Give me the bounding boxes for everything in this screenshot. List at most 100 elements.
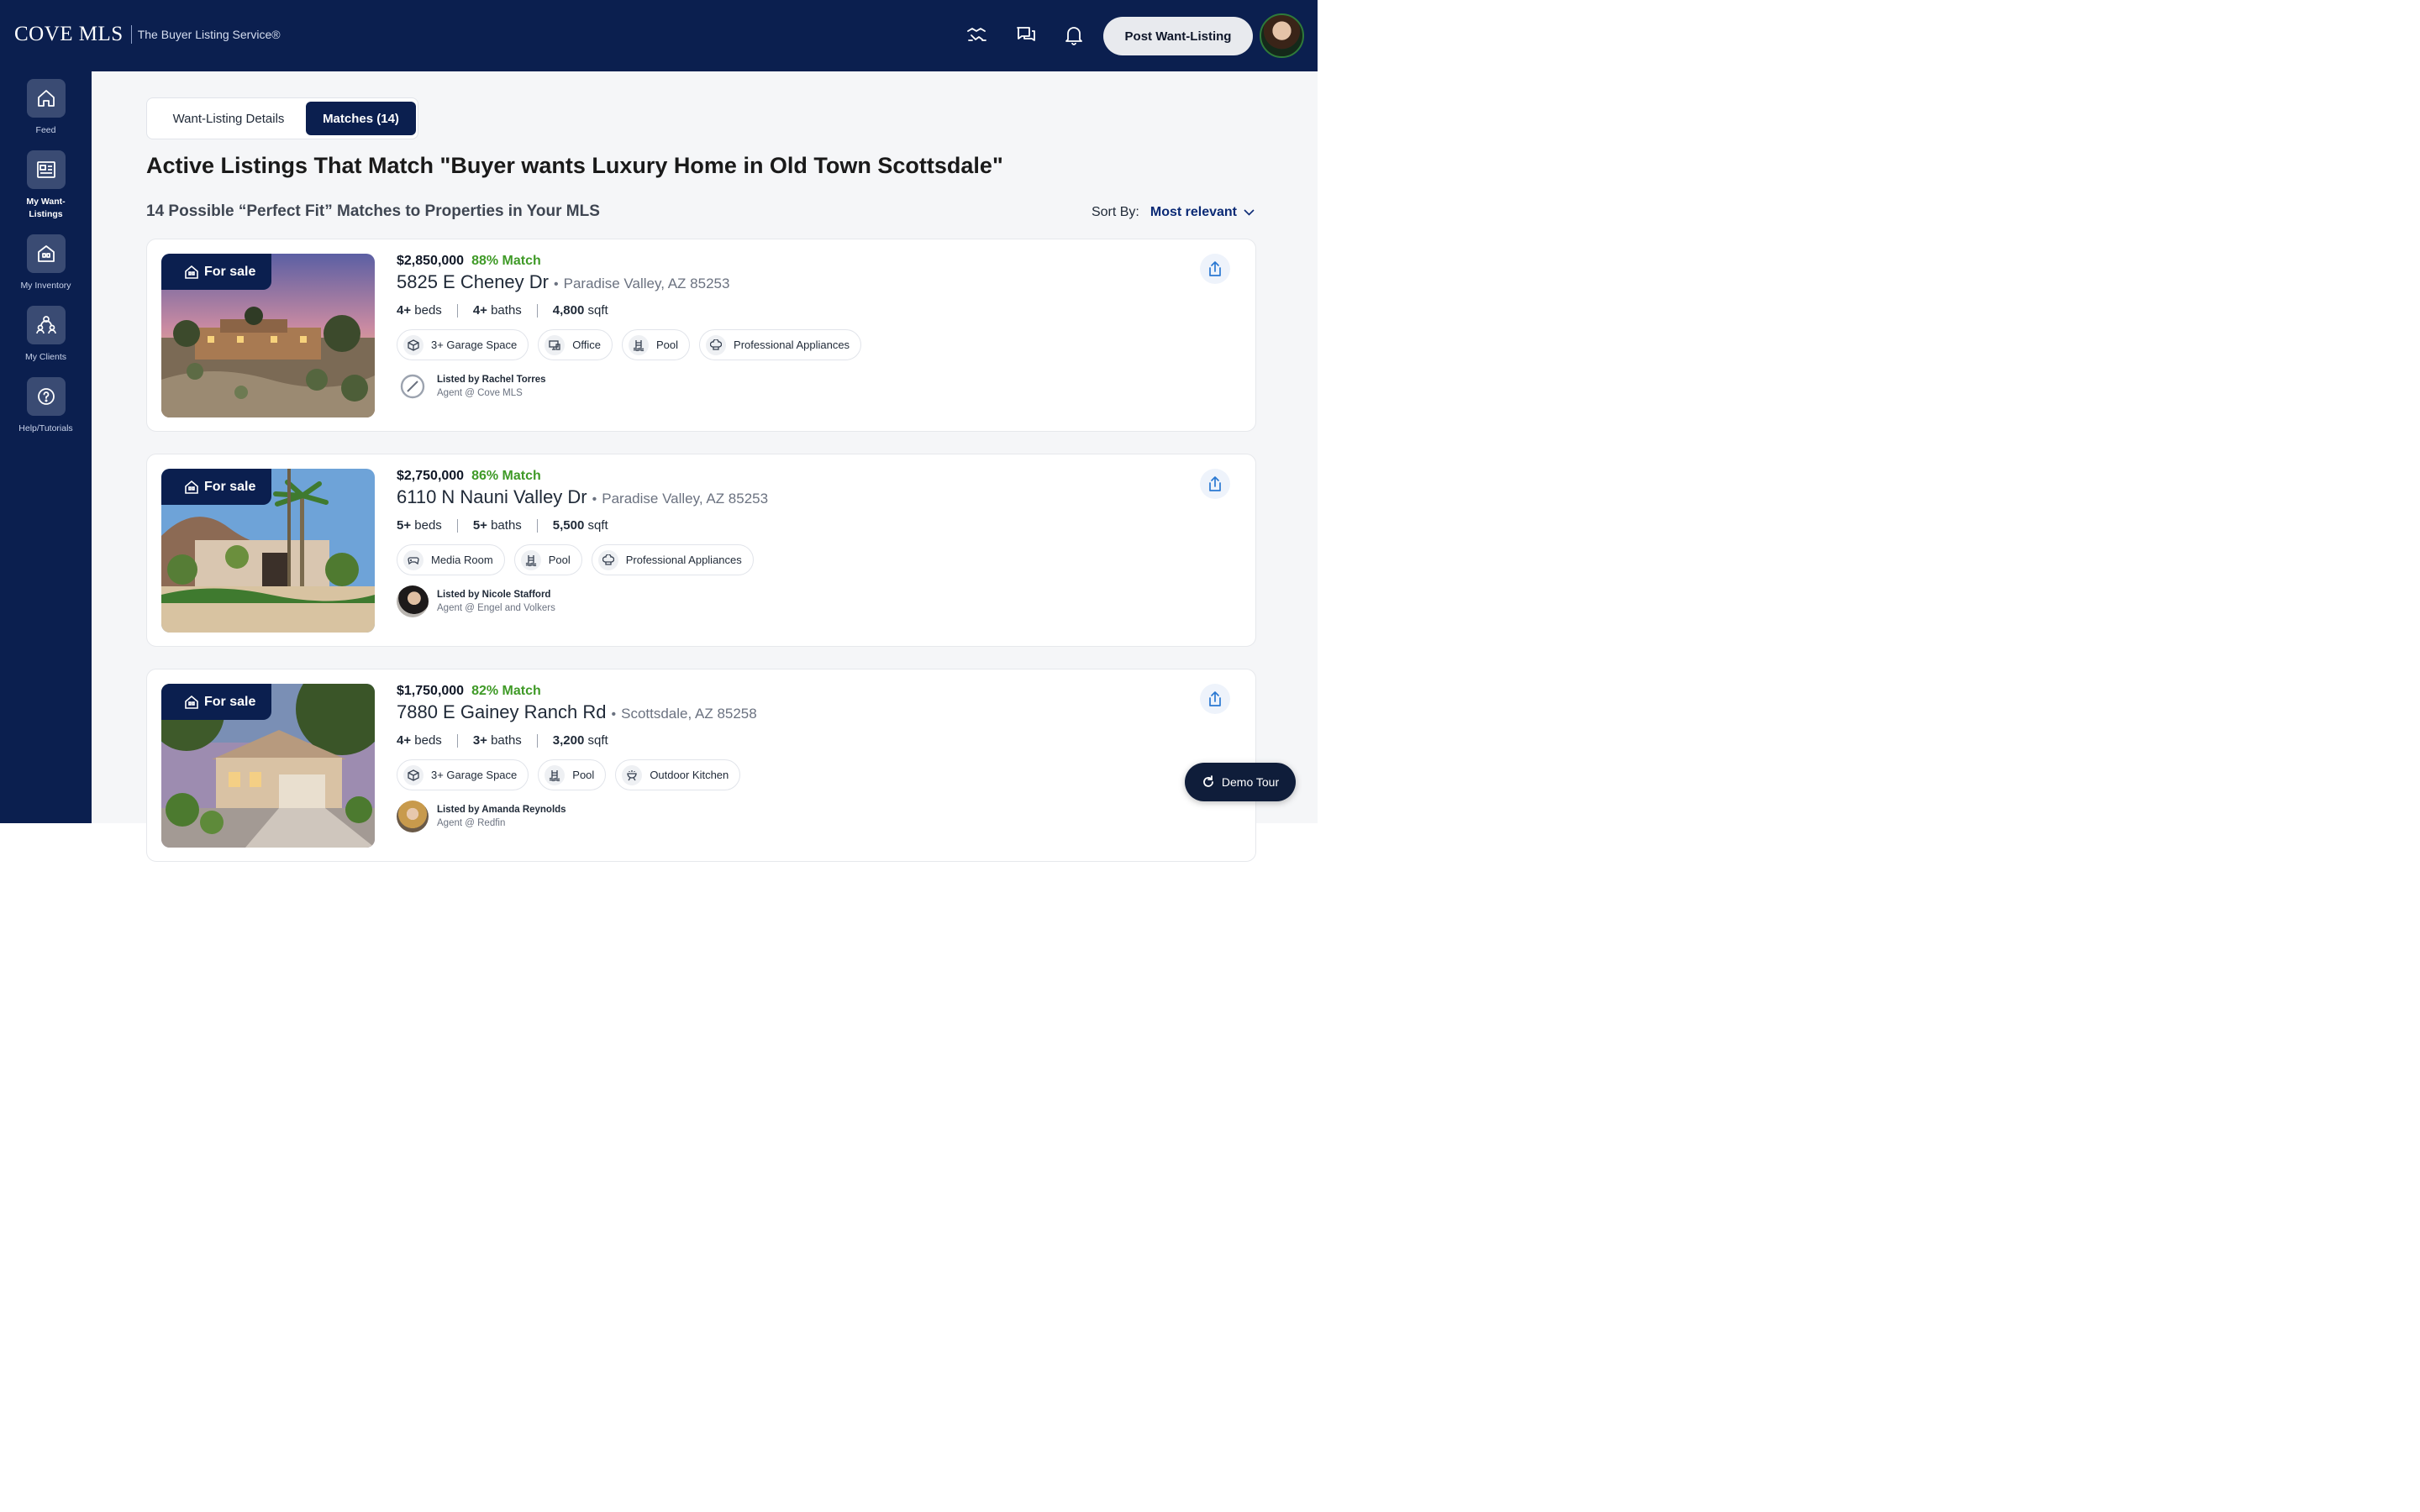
feature-chip: Office: [538, 329, 613, 360]
separator-dot: •: [611, 707, 617, 722]
feature-chip: Pool: [622, 329, 691, 360]
tab-want-listing-details[interactable]: Want-Listing Details: [150, 102, 307, 135]
feature-chip: Pool: [538, 759, 607, 790]
beds-value: 4+: [397, 303, 412, 318]
agent-name[interactable]: Listed by Rachel Torres: [437, 375, 546, 385]
agent-avatar: [397, 801, 429, 832]
feature-chip: Professional Appliances: [591, 544, 754, 575]
baths-value: 4+: [472, 303, 487, 318]
agent-org: Agent @ Engel and Volkers: [437, 603, 555, 613]
sort-value: Most relevant: [1150, 205, 1237, 219]
listing-city: Scottsdale, AZ 85258: [621, 706, 757, 722]
share-icon[interactable]: [1200, 684, 1230, 714]
match-percentage: 82% Match: [471, 684, 541, 698]
property-photo[interactable]: For sale: [161, 684, 375, 848]
listing-card[interactable]: For sale $2,750,000 86% Match 6110 N Nau…: [146, 454, 1256, 647]
main-content: Want-Listing Details Matches (14) Active…: [92, 71, 1318, 862]
feature-label: Pool: [656, 339, 679, 351]
sidebar-item-label: My Clients: [24, 352, 66, 362]
sqft-label: sqft: [587, 518, 608, 533]
messages-icon[interactable]: [1015, 24, 1037, 46]
handshake-icon[interactable]: [966, 24, 988, 46]
no-photo-icon: [397, 370, 429, 402]
inventory-icon: [26, 234, 66, 273]
agent-name[interactable]: Listed by Amanda Reynolds: [437, 805, 566, 815]
matches-count-heading: 14 Possible “Perfect Fit” Matches to Pro…: [146, 202, 600, 220]
page-title: Active Listings That Match "Buyer wants …: [146, 153, 1003, 178]
home-icon: [26, 79, 66, 118]
badge-label: For sale: [204, 479, 256, 494]
baths-label: baths: [491, 518, 522, 533]
bell-icon[interactable]: [1063, 24, 1085, 46]
sqft-label: sqft: [587, 733, 608, 748]
chef-hat-icon: [597, 549, 618, 570]
listing-card[interactable]: For sale $1,750,000 82% Match 7880 E Gai…: [146, 669, 1256, 862]
garage-icon: [403, 334, 424, 355]
listing-agent: Listed by Amanda Reynolds Agent @ Redfin: [397, 801, 757, 832]
agent-name[interactable]: Listed by Nicole Stafford: [437, 590, 555, 600]
listing-info: $2,750,000 86% Match 6110 N Nauni Valley…: [397, 469, 768, 617]
tab-matches[interactable]: Matches (14): [306, 102, 416, 135]
post-want-listing-button[interactable]: Post Want-Listing: [1103, 17, 1253, 55]
sidebar-item-my-clients[interactable]: My Clients: [0, 306, 92, 364]
share-icon[interactable]: [1200, 469, 1230, 499]
feature-label: 3+ Garage Space: [431, 769, 518, 781]
logo-divider: [130, 25, 132, 44]
separator-dot: •: [592, 492, 597, 507]
listing-card[interactable]: For sale $2,850,000 88% Match 5825 E Che…: [146, 239, 1256, 432]
listing-stats: 5+ beds 5+ baths 5,500 sqft: [397, 518, 768, 533]
listing-city: Paradise Valley, AZ 85253: [563, 276, 730, 291]
user-avatar[interactable]: [1260, 13, 1304, 58]
match-percentage: 86% Match: [471, 469, 541, 483]
stat-divider: [456, 518, 458, 533]
sort-label: Sort By:: [1091, 205, 1139, 219]
office-icon: [544, 334, 566, 355]
share-icon[interactable]: [1200, 254, 1230, 284]
sqft-value: 5,500: [552, 518, 585, 533]
sqft-label: sqft: [587, 303, 608, 318]
sidebar-item-help-tutorials[interactable]: Help/Tutorials: [0, 377, 92, 435]
listing-street[interactable]: 6110 N Nauni Valley Dr: [397, 486, 587, 508]
beds-label: beds: [414, 303, 442, 318]
baths-label: baths: [491, 733, 522, 748]
sort-dropdown[interactable]: Most relevant: [1150, 205, 1255, 220]
feature-chips: 3+ Garage Space Pool Outdoor Kitchen: [397, 759, 757, 790]
brand-logo[interactable]: COVE MLS The Buyer Listing Service®: [14, 23, 281, 46]
sidebar-item-feed[interactable]: Feed: [0, 79, 92, 137]
baths-value: 3+: [472, 733, 487, 748]
listing-info: $1,750,000 82% Match 7880 E Gainey Ranch…: [397, 684, 757, 832]
feature-chip: 3+ Garage Space: [397, 329, 529, 360]
sidebar-item-my-want-listings[interactable]: My Want-Listings: [0, 150, 92, 221]
house-icon: [185, 480, 198, 494]
feature-chip: 3+ Garage Space: [397, 759, 529, 790]
property-photo[interactable]: For sale: [161, 254, 375, 417]
refresh-icon: [1203, 775, 1213, 787]
listing-agent: Listed by Nicole Stafford Agent @ Engel …: [397, 585, 768, 617]
pool-icon: [544, 764, 566, 785]
feature-label: 3+ Garage Space: [431, 339, 518, 351]
feature-label: Pool: [572, 769, 595, 781]
property-photo[interactable]: For sale: [161, 469, 375, 633]
listing-city: Paradise Valley, AZ 85253: [602, 491, 769, 507]
clients-icon: [26, 306, 66, 344]
listing-street[interactable]: 7880 E Gainey Ranch Rd: [397, 701, 607, 723]
agent-org: Agent @ Cove MLS: [437, 388, 523, 398]
feature-label: Media Room: [431, 554, 493, 566]
demo-tour-button[interactable]: Demo Tour: [1185, 763, 1296, 801]
for-sale-badge: For sale: [161, 684, 271, 720]
listing-icon: [26, 150, 66, 189]
gamepad-icon: [403, 549, 424, 570]
baths-label: baths: [491, 303, 522, 318]
garage-icon: [403, 764, 424, 785]
stat-divider: [536, 303, 538, 318]
listing-agent: Listed by Rachel Torres Agent @ Cove MLS: [397, 370, 871, 402]
chevron-down-icon: [1244, 209, 1255, 216]
tab-bar: Want-Listing Details Matches (14): [146, 97, 418, 139]
sidebar-item-label: Help/Tutorials: [18, 423, 73, 433]
sidebar-item-my-inventory[interactable]: My Inventory: [0, 234, 92, 292]
help-icon: [26, 377, 66, 416]
feature-chips: 3+ Garage Space Office Pool Professional…: [397, 329, 871, 360]
listing-street[interactable]: 5825 E Cheney Dr: [397, 271, 549, 293]
listing-stats: 4+ beds 4+ baths 4,800 sqft: [397, 303, 871, 318]
house-icon: [185, 265, 198, 279]
